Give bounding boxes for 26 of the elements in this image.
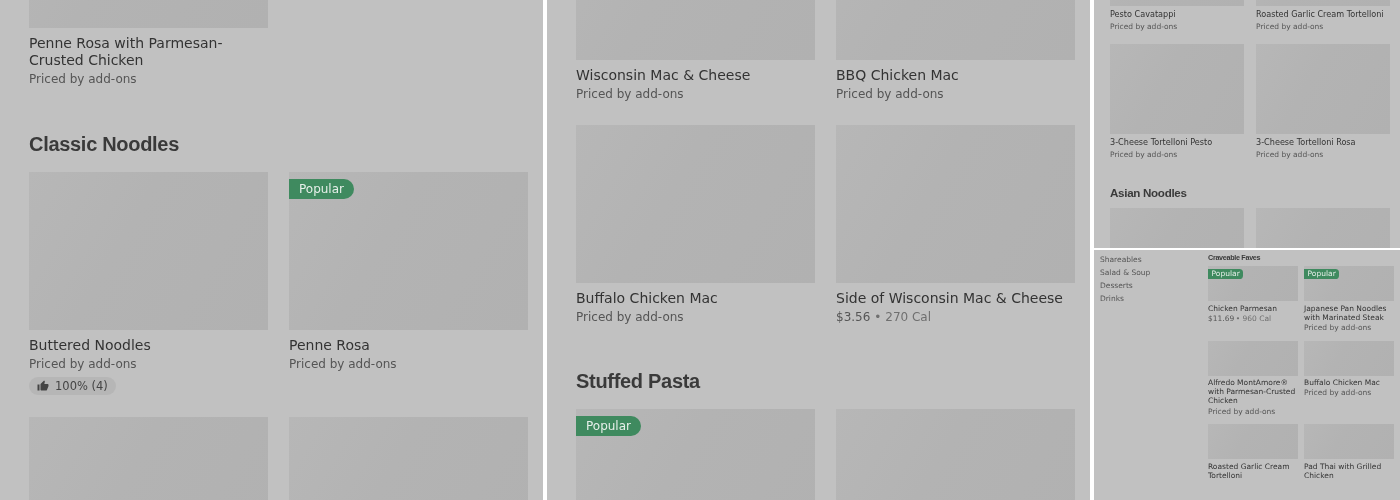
dish-price: Priced by add-ons <box>289 356 397 373</box>
dish-price: Priced by add-ons <box>29 72 137 88</box>
dish-name[interactable]: Pesto Cavatappi <box>1110 10 1176 20</box>
rating-chip: 100% (4) <box>29 377 116 396</box>
popular-tag: Popular <box>289 178 354 199</box>
dish-price: Priced by add-ons <box>576 309 684 326</box>
thumbs-up-icon <box>37 380 49 393</box>
section-heading: Asian Noodles <box>1110 185 1188 199</box>
dish-name[interactable]: 3-Cheese Tortelloni Rosa <box>1256 138 1356 149</box>
dish-name[interactable]: Side of Wisconsin Mac & Cheese <box>836 289 1063 307</box>
calories: • 270 Cal <box>874 309 932 326</box>
dish-name[interactable]: 3-Cheese Tortelloni Pesto <box>1110 138 1213 149</box>
dish-price: Priced by add-ons <box>576 87 684 103</box>
dish-name[interactable]: Penne Rosa <box>289 336 370 354</box>
dish-name[interactable]: BBQ Chicken Mac <box>836 67 959 85</box>
dish-price: Priced by add-ons <box>836 87 944 103</box>
dish-name[interactable]: Buttered Noodles <box>29 336 151 354</box>
dish-name[interactable]: Buffalo Chicken Mac <box>576 289 718 307</box>
popular-tag: Popular <box>576 416 641 437</box>
dish-name[interactable]: Penne Rosa with Parmesan-Crusted Chicken <box>29 35 268 70</box>
section-heading: Stuffed Pasta <box>576 370 702 394</box>
dish-price: $3.56 <box>836 309 871 326</box>
dish-name[interactable]: Roasted Garlic Cream Tortelloni <box>1256 10 1384 20</box>
section-heading: Classic Noodles <box>29 132 180 156</box>
dish-price: Priced by add-ons <box>29 356 137 373</box>
dish-name[interactable]: Wisconsin Mac & Cheese <box>576 67 751 85</box>
